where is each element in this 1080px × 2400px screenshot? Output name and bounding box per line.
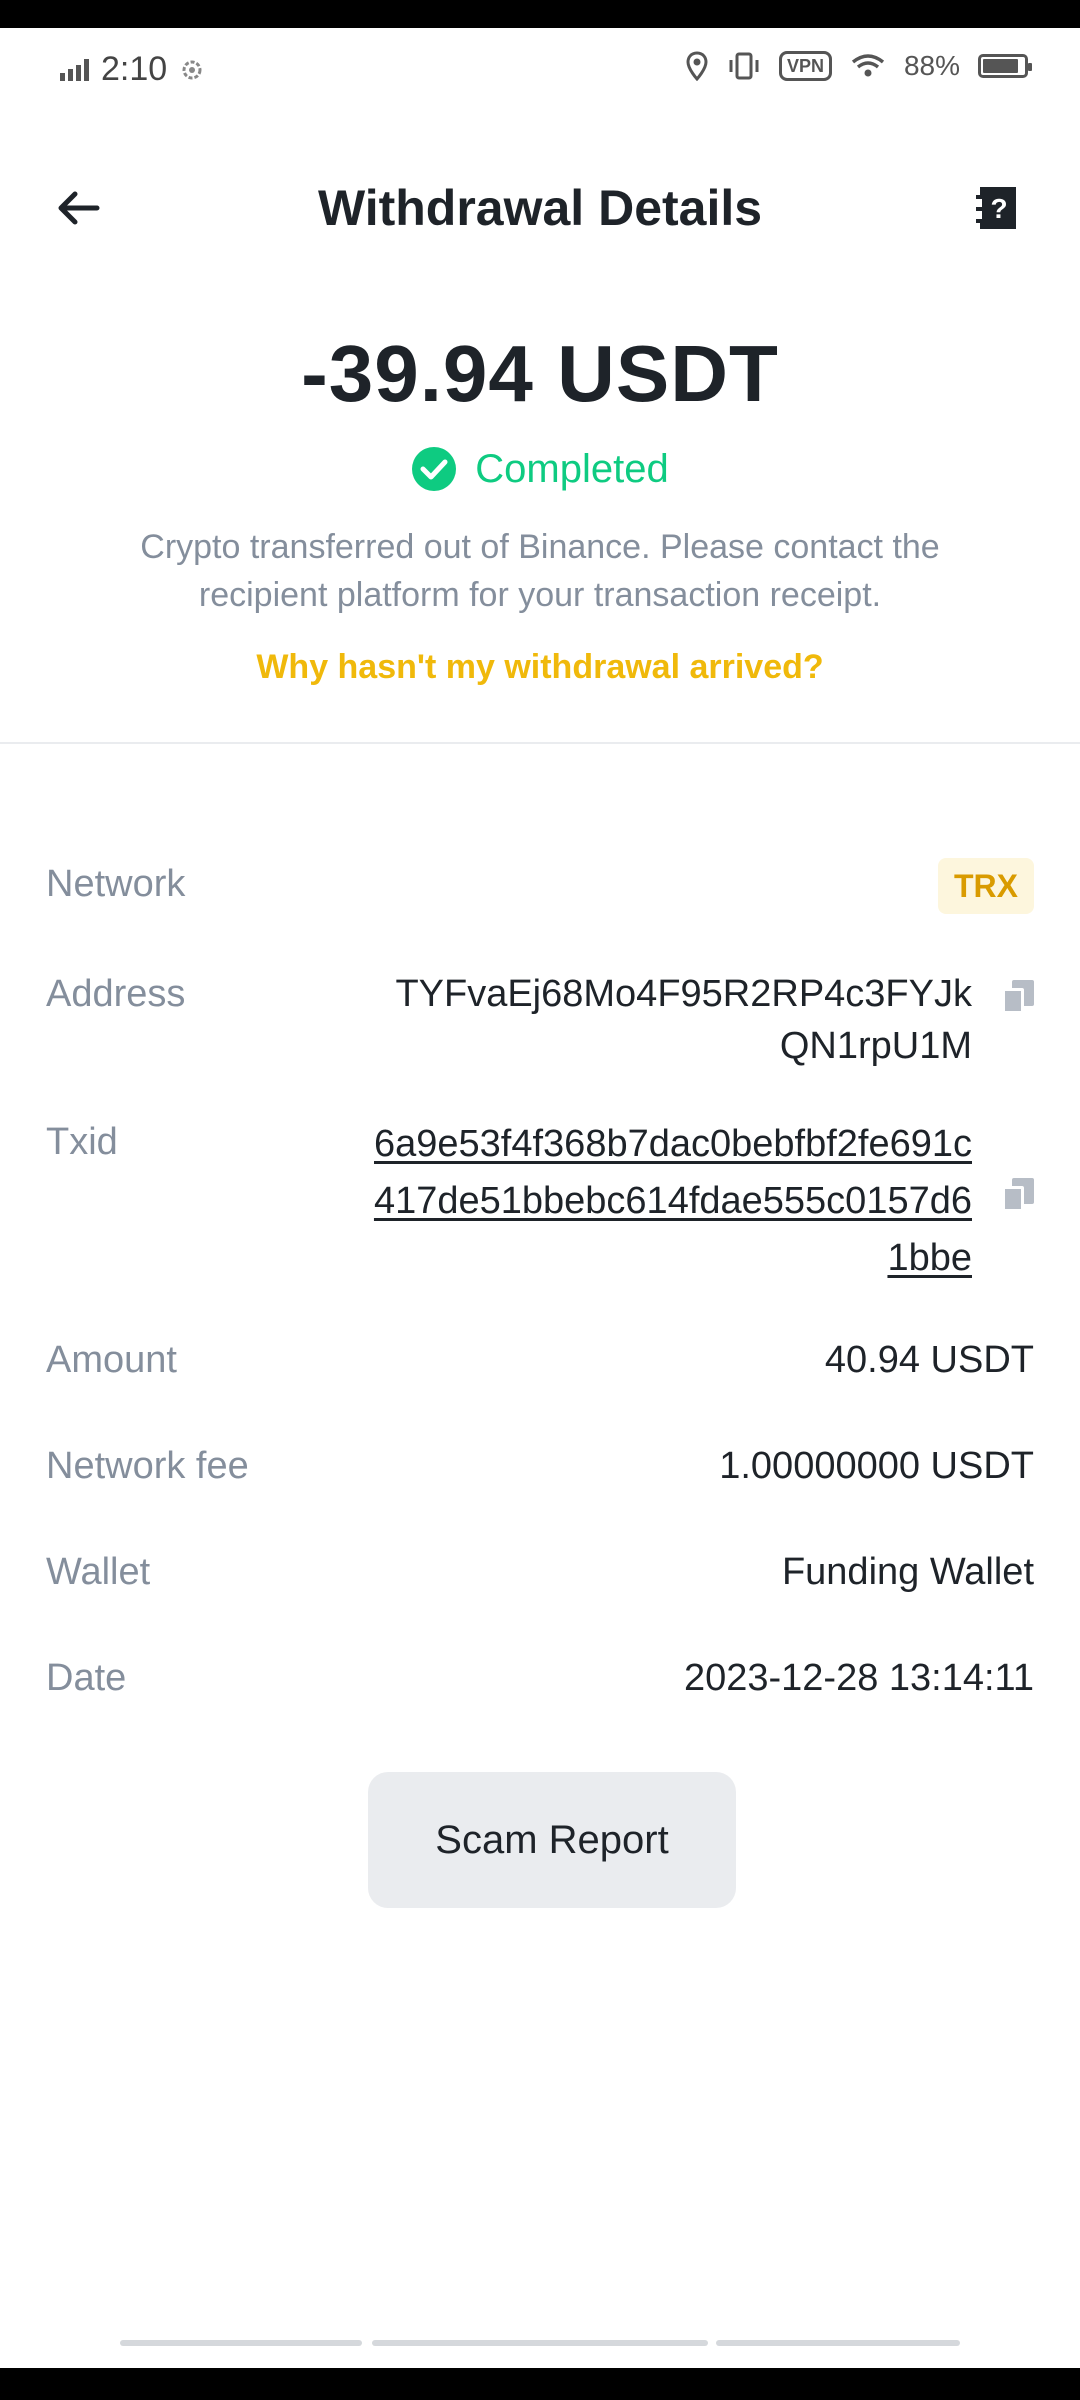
status-description: Crypto transferred out of Binance. Pleas… [140,528,940,614]
battery-icon [978,54,1032,78]
wifi-icon [851,54,885,77]
address-label: Address [46,973,186,1015]
wallet-value: Funding Wallet [781,1551,1034,1593]
status-time: 2:10 [101,50,168,88]
detail-row-txid: Txid 6a9e53f4f368b7dac0bebfbf2fe691c417d… [46,1116,1034,1287]
system-nav-bar [0,2308,1080,2368]
app-header: Withdrawal Details ? [0,148,1080,268]
network-tag: TRX [938,858,1034,914]
detail-row-fee: Network fee 1.00000000 USDT [46,1440,1034,1492]
status-text: Completed [475,446,669,491]
detail-row-network: Network TRX [46,858,1034,914]
withdrawal-help-link[interactable]: Why hasn't my withdrawal arrived? [0,648,1080,687]
fee-value: 1.00000000 USDT [719,1445,1034,1487]
signal-icon [60,58,89,81]
check-circle-icon [412,447,457,491]
status-row: Completed [0,446,1080,492]
vpn-badge: VPN [778,51,832,81]
help-document-icon: ? [976,187,1016,229]
settings-icon [182,60,202,79]
wallet-label: Wallet [46,1551,151,1593]
txid-link[interactable]: 6a9e53f4f368b7dac0bebfbf2fe691c417de51bb… [372,1116,972,1287]
detail-row-address: Address TYFvaEj68Mo4F95R2RP4c3FYJkQN1rpU… [46,968,1034,1072]
detail-row-wallet: Wallet Funding Wallet [46,1546,1034,1598]
nav-menu-button[interactable] [120,2340,362,2346]
screen: 2:10 VPN 88% Withdrawal Details ? -39.94… [0,28,1080,2368]
location-icon [686,51,708,81]
copy-address-icon[interactable] [1002,980,1034,1014]
address-value: TYFvaEj68Mo4F95R2RP4c3FYJkQN1rpU1M [395,973,972,1067]
fee-label: Network fee [46,1445,249,1487]
detail-row-date: Date 2023-12-28 13:14:11 [46,1652,1034,1704]
nav-back-button[interactable] [716,2340,960,2346]
scam-report-button[interactable]: Scam Report [368,1772,736,1908]
amount-label: Amount [46,1339,177,1381]
withdrawal-amount: -39.94 USDT [301,329,779,418]
detail-row-amount: Amount 40.94 USDT [46,1334,1034,1386]
divider [0,742,1080,744]
network-label: Network [46,863,186,905]
date-value: 2023-12-28 13:14:11 [683,1657,1034,1699]
page-title: Withdrawal Details [317,180,763,236]
svg-text:?: ? [990,193,1007,224]
amount-value: 40.94 USDT [824,1339,1034,1381]
battery-percent: 88% [903,50,960,81]
date-label: Date [46,1657,127,1699]
help-button[interactable]: ? [968,178,1028,238]
status-bar: 2:10 VPN 88% [0,28,1080,116]
nav-home-button[interactable] [372,2340,708,2346]
txid-label: Txid [46,1121,118,1163]
copy-txid-icon[interactable] [1002,1178,1034,1212]
vibrate-icon [729,52,759,80]
